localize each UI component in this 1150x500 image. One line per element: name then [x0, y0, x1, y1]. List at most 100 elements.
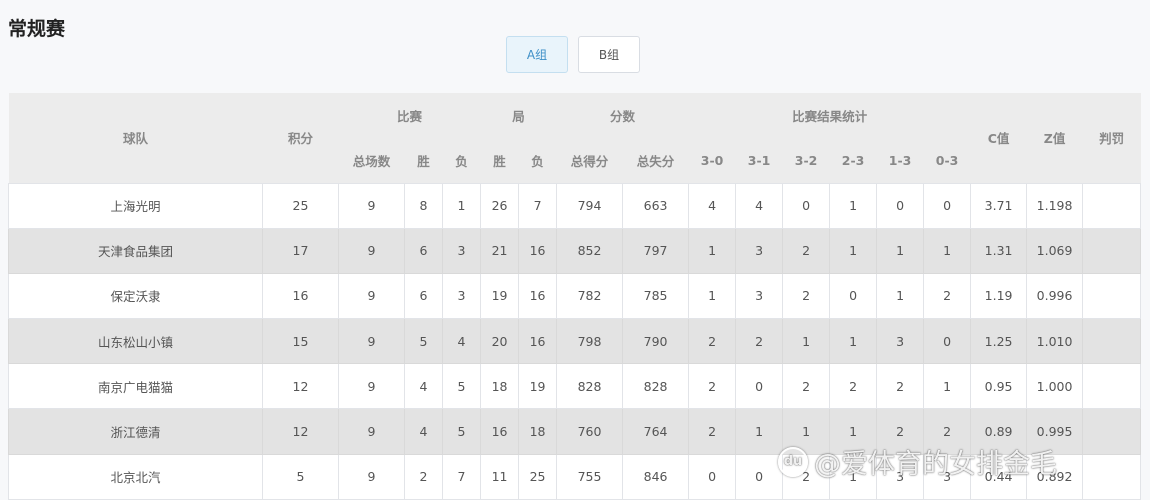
cell-points: 15	[262, 318, 339, 365]
cell-total-matches: 9	[338, 182, 405, 229]
cell-team-name: 浙江德清	[8, 408, 263, 455]
cell-result-3-0: 2	[688, 318, 737, 365]
cell-c-value: 0.44	[970, 453, 1028, 500]
cell-total-matches: 9	[338, 318, 405, 365]
cell-result-3-0: 1	[688, 227, 737, 274]
cell-match-losses: 1	[441, 182, 482, 229]
table-row: 天津食品集团 17 9 6 3 21 16 852 797 1 3 2 1 1 1 1.31 1.069	[8, 227, 1142, 274]
group-tabs: A组 B组	[506, 36, 640, 73]
cell-result-2-3: 1	[829, 318, 878, 365]
table-row: 上海光明 25 9 8 1 26 7 794 663 4 4 0 1 0 0 3.71 1.198	[8, 182, 1142, 229]
cell-points-against: 846	[622, 453, 690, 500]
cell-team-name: 上海光明	[8, 182, 263, 229]
cell-team-name: 山东松山小镇	[8, 318, 263, 365]
cell-points-against: 797	[622, 227, 690, 274]
cell-points: 12	[262, 363, 339, 410]
header-result-3-0: 3-0	[688, 138, 736, 183]
cell-result-3-1: 3	[735, 227, 784, 274]
cell-penalty	[1082, 318, 1142, 365]
cell-z-value: 1.198	[1026, 182, 1084, 229]
header-result-3-2: 3-2	[782, 138, 830, 183]
cell-game-wins: 11	[480, 453, 520, 500]
header-result-0-3: 0-3	[923, 138, 971, 183]
cell-penalty	[1082, 182, 1142, 229]
cell-result-2-3: 0	[829, 272, 878, 320]
cell-points-for: 782	[556, 272, 624, 320]
cell-match-wins: 5	[404, 318, 443, 365]
cell-result-3-1: 4	[735, 182, 784, 229]
cell-z-value: 0.996	[1026, 272, 1084, 320]
cell-result-3-2: 2	[782, 363, 831, 410]
cell-result-2-3: 2	[829, 363, 878, 410]
table-row: 保定沃隶 16 9 6 3 19 16 782 785 1 3 2 0 1 2 1.19 0.996	[8, 272, 1142, 320]
cell-penalty	[1082, 453, 1142, 500]
cell-result-3-2: 1	[782, 318, 831, 365]
cell-result-3-1: 3	[735, 272, 784, 320]
cell-c-value: 1.19	[970, 272, 1028, 320]
cell-result-1-3: 0	[876, 182, 925, 229]
cell-team-name: 北京北汽	[8, 453, 263, 500]
cell-c-value: 0.89	[970, 408, 1028, 455]
cell-result-3-0: 2	[688, 408, 737, 455]
cell-result-3-0: 1	[688, 272, 737, 320]
header-c-value: C值	[970, 93, 1027, 183]
header-penalty: 判罚	[1082, 93, 1141, 183]
cell-c-value: 1.25	[970, 318, 1028, 365]
cell-result-3-1: 0	[735, 453, 784, 500]
cell-match-losses: 3	[441, 227, 482, 274]
cell-points: 17	[262, 227, 339, 274]
cell-result-2-3: 1	[829, 408, 878, 455]
cell-team-name: 天津食品集团	[8, 227, 263, 274]
cell-game-losses: 16	[518, 318, 558, 365]
header-game-loss: 负	[518, 138, 557, 183]
cell-total-matches: 9	[338, 363, 405, 410]
tab-group-b[interactable]: B组	[578, 36, 640, 73]
cell-points-against: 663	[622, 182, 690, 229]
cell-result-0-3: 1	[923, 363, 972, 410]
cell-result-0-3: 1	[923, 227, 972, 274]
cell-match-wins: 4	[404, 408, 443, 455]
header-scores: 分数	[556, 93, 689, 138]
cell-result-3-1: 0	[735, 363, 784, 410]
header-result-2-3: 2-3	[829, 138, 877, 183]
cell-game-wins: 18	[480, 363, 520, 410]
standings-table: 球队 积分 比赛 局 分数 比赛结果统计 C值 Z值 判罚 总场数 胜 负 胜 …	[8, 93, 1142, 500]
cell-match-losses: 5	[441, 408, 482, 455]
header-matches: 比赛	[338, 93, 481, 138]
cell-total-matches: 9	[338, 272, 405, 320]
page-title: 常规赛	[8, 18, 66, 40]
cell-team-name: 南京广电猫猫	[8, 363, 263, 410]
cell-result-3-2: 0	[782, 182, 831, 229]
cell-z-value: 1.000	[1026, 363, 1084, 410]
cell-points-against: 828	[622, 363, 690, 410]
tab-group-a[interactable]: A组	[506, 36, 568, 73]
cell-game-losses: 25	[518, 453, 558, 500]
cell-points-for: 760	[556, 408, 624, 455]
cell-points-against: 785	[622, 272, 690, 320]
cell-team-name: 保定沃隶	[8, 272, 263, 320]
cell-game-losses: 16	[518, 272, 558, 320]
cell-result-2-3: 1	[829, 453, 878, 500]
cell-match-wins: 2	[404, 453, 443, 500]
cell-points: 12	[262, 408, 339, 455]
cell-game-losses: 7	[518, 182, 558, 229]
cell-game-losses: 18	[518, 408, 558, 455]
cell-result-3-0: 0	[688, 453, 737, 500]
cell-game-wins: 26	[480, 182, 520, 229]
header-match-loss: 负	[442, 138, 481, 183]
cell-result-1-3: 1	[876, 227, 925, 274]
cell-result-1-3: 2	[876, 408, 925, 455]
cell-game-wins: 19	[480, 272, 520, 320]
cell-points: 5	[262, 453, 339, 500]
cell-penalty	[1082, 272, 1142, 320]
cell-match-losses: 7	[441, 453, 482, 500]
cell-result-3-1: 2	[735, 318, 784, 365]
cell-result-1-3: 2	[876, 363, 925, 410]
cell-points-for: 794	[556, 182, 624, 229]
header-points-for: 总得分	[556, 138, 623, 183]
cell-penalty	[1082, 227, 1142, 274]
cell-total-matches: 9	[338, 453, 405, 500]
cell-match-wins: 8	[404, 182, 443, 229]
cell-game-wins: 21	[480, 227, 520, 274]
header-games: 局	[480, 93, 557, 138]
